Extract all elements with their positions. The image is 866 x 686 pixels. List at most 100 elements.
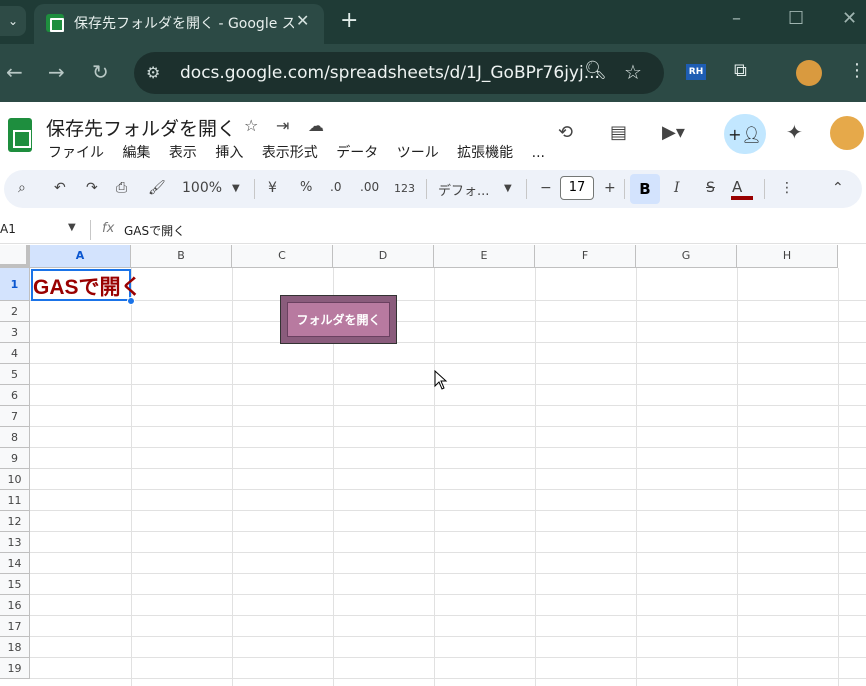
menu-edit[interactable]: 編集 xyxy=(122,145,150,161)
back-icon[interactable]: ← xyxy=(6,60,23,84)
column-header-g[interactable]: G xyxy=(636,245,737,268)
zoom-icon[interactable]: 🔍︎ xyxy=(584,60,607,81)
name-box[interactable]: A1 xyxy=(0,222,16,236)
row-gridline xyxy=(30,300,866,301)
text-color-button[interactable]: A xyxy=(732,178,742,196)
italic-button[interactable]: I xyxy=(674,180,680,196)
strikethrough-icon[interactable]: S xyxy=(706,180,715,196)
omnibox[interactable]: ⚙ docs.google.com/spreadsheets/d/1J_GoBP… xyxy=(134,52,664,94)
fill-handle[interactable] xyxy=(127,297,135,305)
open-folder-drawing-button[interactable]: フォルダを開く xyxy=(280,295,397,344)
browser-tab[interactable]: 保存先フォルダを開く - Google ス ✕ xyxy=(34,4,324,44)
row-header-15[interactable]: 15 xyxy=(0,574,30,595)
account-avatar[interactable] xyxy=(830,116,864,150)
tab-search-chevron-icon[interactable]: ⌄ xyxy=(0,6,26,36)
row-header-10[interactable]: 10 xyxy=(0,469,30,490)
document-title[interactable]: 保存先フォルダを開く xyxy=(46,114,236,141)
profile-avatar[interactable] xyxy=(796,60,822,86)
undo-icon[interactable]: ↶ xyxy=(54,180,66,196)
menu-extensions[interactable]: 拡張機能 xyxy=(457,145,513,161)
menu-tools[interactable]: ツール xyxy=(397,145,439,161)
more-formats[interactable]: 123 xyxy=(394,182,415,195)
forward-icon[interactable]: → xyxy=(48,60,65,84)
row-header-18[interactable]: 18 xyxy=(0,637,30,658)
minimize-icon[interactable]: – xyxy=(732,8,741,29)
search-menus-icon[interactable]: ⌕ xyxy=(18,180,26,196)
browser-menu-icon[interactable]: ⋮ xyxy=(848,60,866,81)
row-header-13[interactable]: 13 xyxy=(0,532,30,553)
bold-button[interactable]: B xyxy=(630,174,660,204)
collapse-toolbar-icon[interactable]: ⌃ xyxy=(832,180,844,196)
select-all-corner[interactable] xyxy=(0,245,30,268)
zoom-dropdown-icon[interactable]: ▼ xyxy=(232,183,240,194)
url-text[interactable]: docs.google.com/spreadsheets/d/1J_GoBPr7… xyxy=(180,63,600,83)
version-history-icon[interactable]: ⟲ xyxy=(558,122,573,143)
star-icon[interactable]: ☆ xyxy=(244,116,258,135)
column-header-f[interactable]: F xyxy=(535,245,636,268)
column-header-h[interactable]: H xyxy=(737,245,838,268)
increase-decimal[interactable]: .00 xyxy=(360,180,379,194)
menu-data[interactable]: データ xyxy=(336,145,378,161)
row-header-12[interactable]: 12 xyxy=(0,511,30,532)
paint-format-icon[interactable]: 🖌︎ xyxy=(148,180,166,196)
row-header-3[interactable]: 3 xyxy=(0,322,30,343)
row-header-14[interactable]: 14 xyxy=(0,553,30,574)
separator xyxy=(624,179,625,199)
zoom-select[interactable]: 100% xyxy=(182,180,222,196)
share-button[interactable]: +👤︎ xyxy=(724,114,766,154)
row-header-6[interactable]: 6 xyxy=(0,385,30,406)
row-header-19[interactable]: 19 xyxy=(0,658,30,679)
comments-icon[interactable]: ▤ xyxy=(610,122,627,143)
move-folder-icon[interactable]: ⇥ xyxy=(276,116,289,135)
site-info-icon[interactable]: ⚙ xyxy=(146,63,160,82)
row-header-5[interactable]: 5 xyxy=(0,364,30,385)
menu-format[interactable]: 表示形式 xyxy=(262,145,318,161)
row-header-9[interactable]: 9 xyxy=(0,448,30,469)
row-header-1[interactable]: 1 xyxy=(0,268,30,301)
menu-insert[interactable]: 挿入 xyxy=(215,145,243,161)
name-box-dropdown-icon[interactable]: ▼ xyxy=(68,222,76,233)
row-header-7[interactable]: 7 xyxy=(0,406,30,427)
spreadsheet-grid[interactable]: 19 18 17 16 15 14 13 12 11 10 9 8 7 6 5 4 3 2 1 H G F E D C B A GA… xyxy=(0,245,866,686)
font-size-increase-icon[interactable]: + xyxy=(604,180,616,196)
print-icon[interactable]: ⎙ xyxy=(116,180,127,196)
menu-view[interactable]: 表示 xyxy=(169,145,197,161)
menu-more[interactable]: ... xyxy=(532,145,545,161)
font-size-input[interactable]: 17 xyxy=(560,176,594,200)
more-options-icon[interactable]: ⋮ xyxy=(780,180,794,196)
column-header-a[interactable]: A xyxy=(30,245,131,268)
font-select[interactable]: デフォ... xyxy=(438,180,489,199)
extension-rh-icon[interactable]: RH xyxy=(686,64,706,80)
extensions-puzzle-icon[interactable]: ⧉ xyxy=(734,60,747,81)
row-header-2[interactable]: 2 xyxy=(0,301,30,322)
row-header-16[interactable]: 16 xyxy=(0,595,30,616)
font-size-decrease-icon[interactable]: − xyxy=(540,180,552,196)
redo-icon[interactable]: ↷ xyxy=(86,180,98,196)
column-header-b[interactable]: B xyxy=(131,245,232,268)
formula-input[interactable]: GASで開く xyxy=(124,222,185,239)
row-gridline xyxy=(30,531,866,532)
gemini-sparkle-icon[interactable]: ✦ xyxy=(786,120,803,144)
window-close-icon[interactable]: ✕ xyxy=(842,8,857,29)
row-header-8[interactable]: 8 xyxy=(0,427,30,448)
row-header-17[interactable]: 17 xyxy=(0,616,30,637)
sheets-logo-icon[interactable] xyxy=(8,118,32,152)
new-tab-icon[interactable]: + xyxy=(340,8,358,33)
sheets-favicon-icon xyxy=(46,14,64,32)
column-header-d[interactable]: D xyxy=(333,245,434,268)
close-tab-icon[interactable]: ✕ xyxy=(296,11,309,30)
currency-format[interactable]: ¥ xyxy=(268,180,277,196)
cell-a1-value: GASで開く xyxy=(33,276,142,299)
font-dropdown-icon[interactable]: ▼ xyxy=(504,183,512,194)
column-header-e[interactable]: E xyxy=(434,245,535,268)
meet-icon[interactable]: ▶▾ xyxy=(662,122,685,143)
bookmark-star-icon[interactable]: ☆ xyxy=(624,60,642,84)
percent-format[interactable]: % xyxy=(300,180,312,195)
row-header-11[interactable]: 11 xyxy=(0,490,30,511)
decrease-decimal[interactable]: .0 xyxy=(330,180,341,194)
menu-file[interactable]: ファイル xyxy=(48,145,104,161)
row-header-4[interactable]: 4 xyxy=(0,343,30,364)
column-header-c[interactable]: C xyxy=(232,245,333,268)
maximize-icon[interactable]: ☐ xyxy=(788,8,804,29)
reload-icon[interactable]: ↻ xyxy=(92,60,109,84)
